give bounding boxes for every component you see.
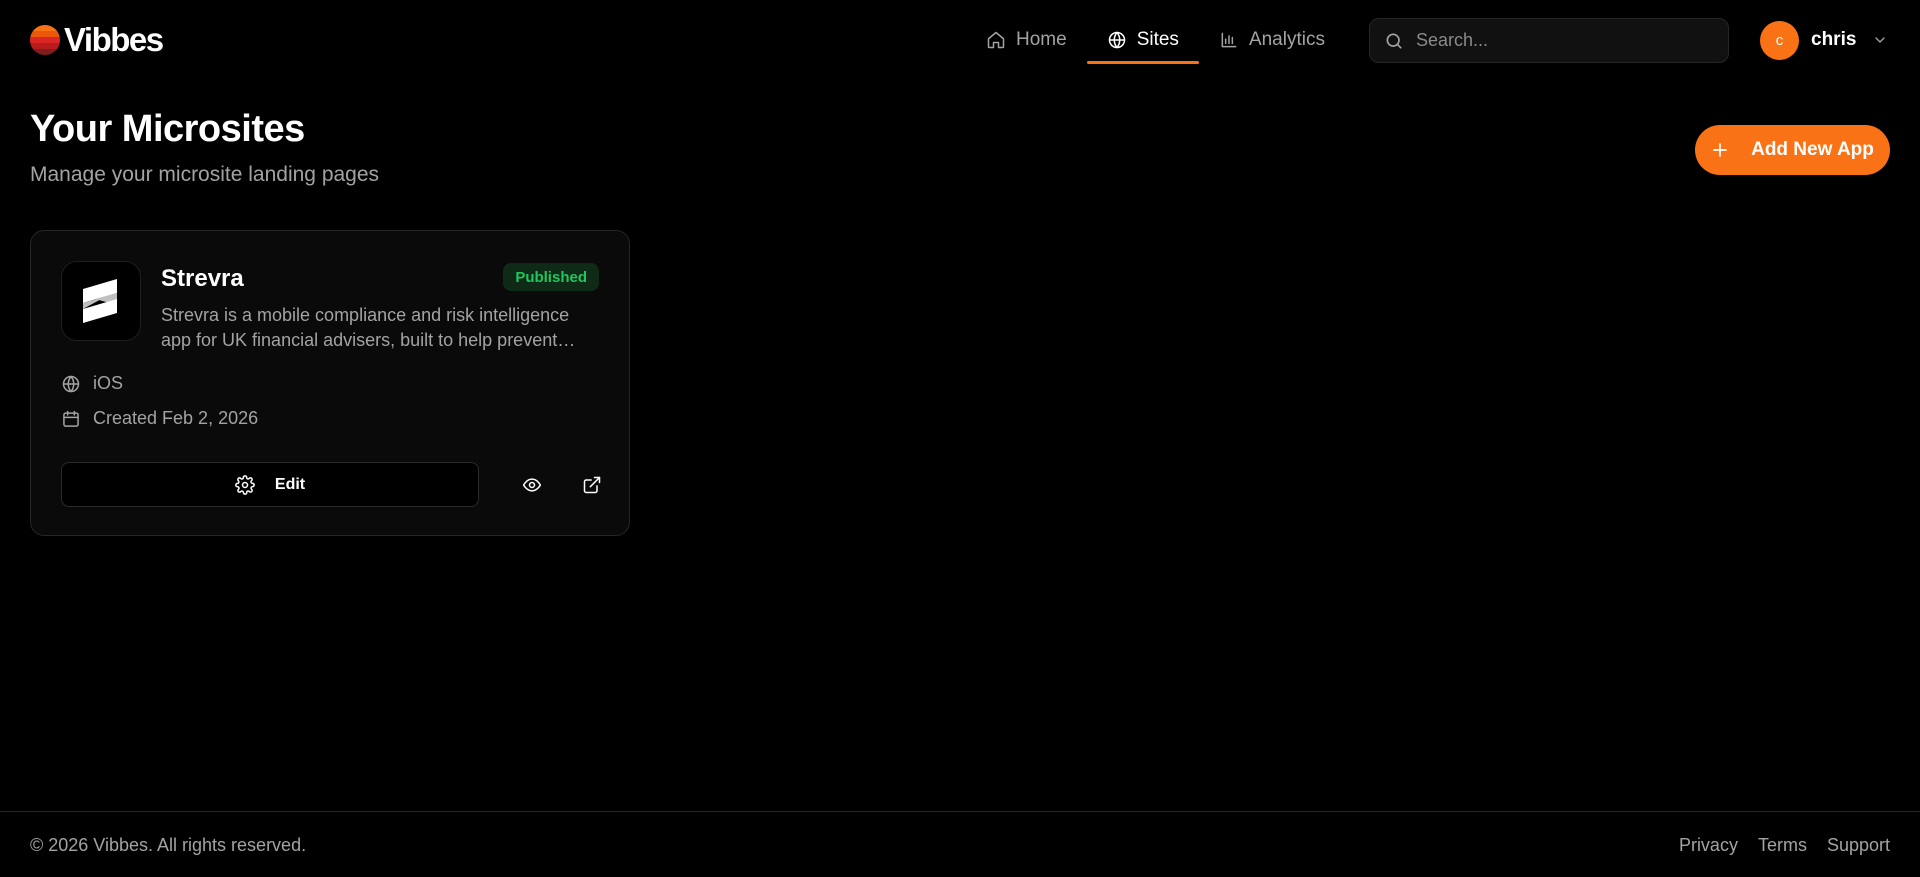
nav-item-home[interactable]: Home	[966, 18, 1087, 62]
home-icon	[987, 31, 1005, 49]
created-row: Created Feb 2, 2026	[61, 408, 258, 429]
nav-label-sites: Sites	[1136, 29, 1179, 50]
footer-links: Privacy Terms Support	[1679, 835, 1890, 856]
platform-label: iOS	[93, 373, 124, 393]
platform-row: iOS	[61, 373, 123, 394]
footer-link-support[interactable]: Support	[1827, 835, 1890, 856]
footer-link-privacy[interactable]: Privacy	[1679, 835, 1738, 856]
page-title: Your Microsites	[30, 108, 305, 150]
add-new-app-button[interactable]: Add New App	[1695, 125, 1890, 175]
globe-icon	[1108, 31, 1125, 49]
bar-chart-icon	[1221, 32, 1237, 48]
site-name[interactable]: Strevra	[161, 265, 244, 293]
avatar: c	[1760, 20, 1799, 60]
eye-icon	[522, 478, 542, 492]
chevron-down-icon	[1875, 37, 1886, 43]
footer-link-terms[interactable]: Terms	[1758, 835, 1807, 856]
main-nav: Home Sites Analytics	[966, 18, 1345, 64]
user-name: chris	[1811, 29, 1857, 50]
copyright: © 2026 Vibbes. All rights reserved.	[30, 835, 307, 855]
calendar-icon	[63, 410, 79, 427]
top-header: Vibbes Home Sites Analytics Search... c …	[0, 0, 1920, 80]
nav-label-home: Home	[1016, 29, 1067, 50]
site-card: Strevra Published Strevra is a mobile co…	[30, 230, 630, 536]
edit-button[interactable]: Edit	[61, 462, 479, 507]
logo-text: Vibbes	[64, 21, 164, 58]
status-badge: Published	[503, 263, 599, 291]
created-date: Created Feb 2, 2026	[93, 408, 259, 428]
app-logo	[61, 261, 141, 341]
open-external-button[interactable]	[574, 467, 610, 503]
strevra-logo-icon	[83, 279, 117, 323]
user-menu[interactable]: c chris	[1760, 20, 1888, 60]
search-box	[1369, 18, 1729, 63]
logo[interactable]: Vibbes	[30, 21, 164, 58]
search-input[interactable]	[1416, 30, 1714, 51]
plus-icon	[1713, 143, 1727, 157]
external-link-icon	[583, 476, 601, 494]
gear-icon	[235, 474, 255, 495]
page-subtitle: Manage your microsite landing pages	[30, 163, 380, 186]
nav-label-analytics: Analytics	[1248, 29, 1325, 50]
edit-label: Edit	[274, 475, 306, 493]
nav-item-analytics[interactable]: Analytics	[1199, 18, 1345, 62]
sunset-stripes-icon	[30, 25, 60, 55]
add-new-app-label: Add New App	[1751, 139, 1874, 160]
nav-item-sites[interactable]: Sites	[1086, 18, 1200, 64]
globe-icon	[62, 375, 80, 392]
search-icon	[1386, 33, 1402, 49]
footer: © 2026 Vibbes. All rights reserved. Priv…	[0, 811, 1920, 877]
preview-button[interactable]	[514, 467, 550, 503]
site-description: Strevra is a mobile compliance and risk …	[161, 305, 570, 350]
